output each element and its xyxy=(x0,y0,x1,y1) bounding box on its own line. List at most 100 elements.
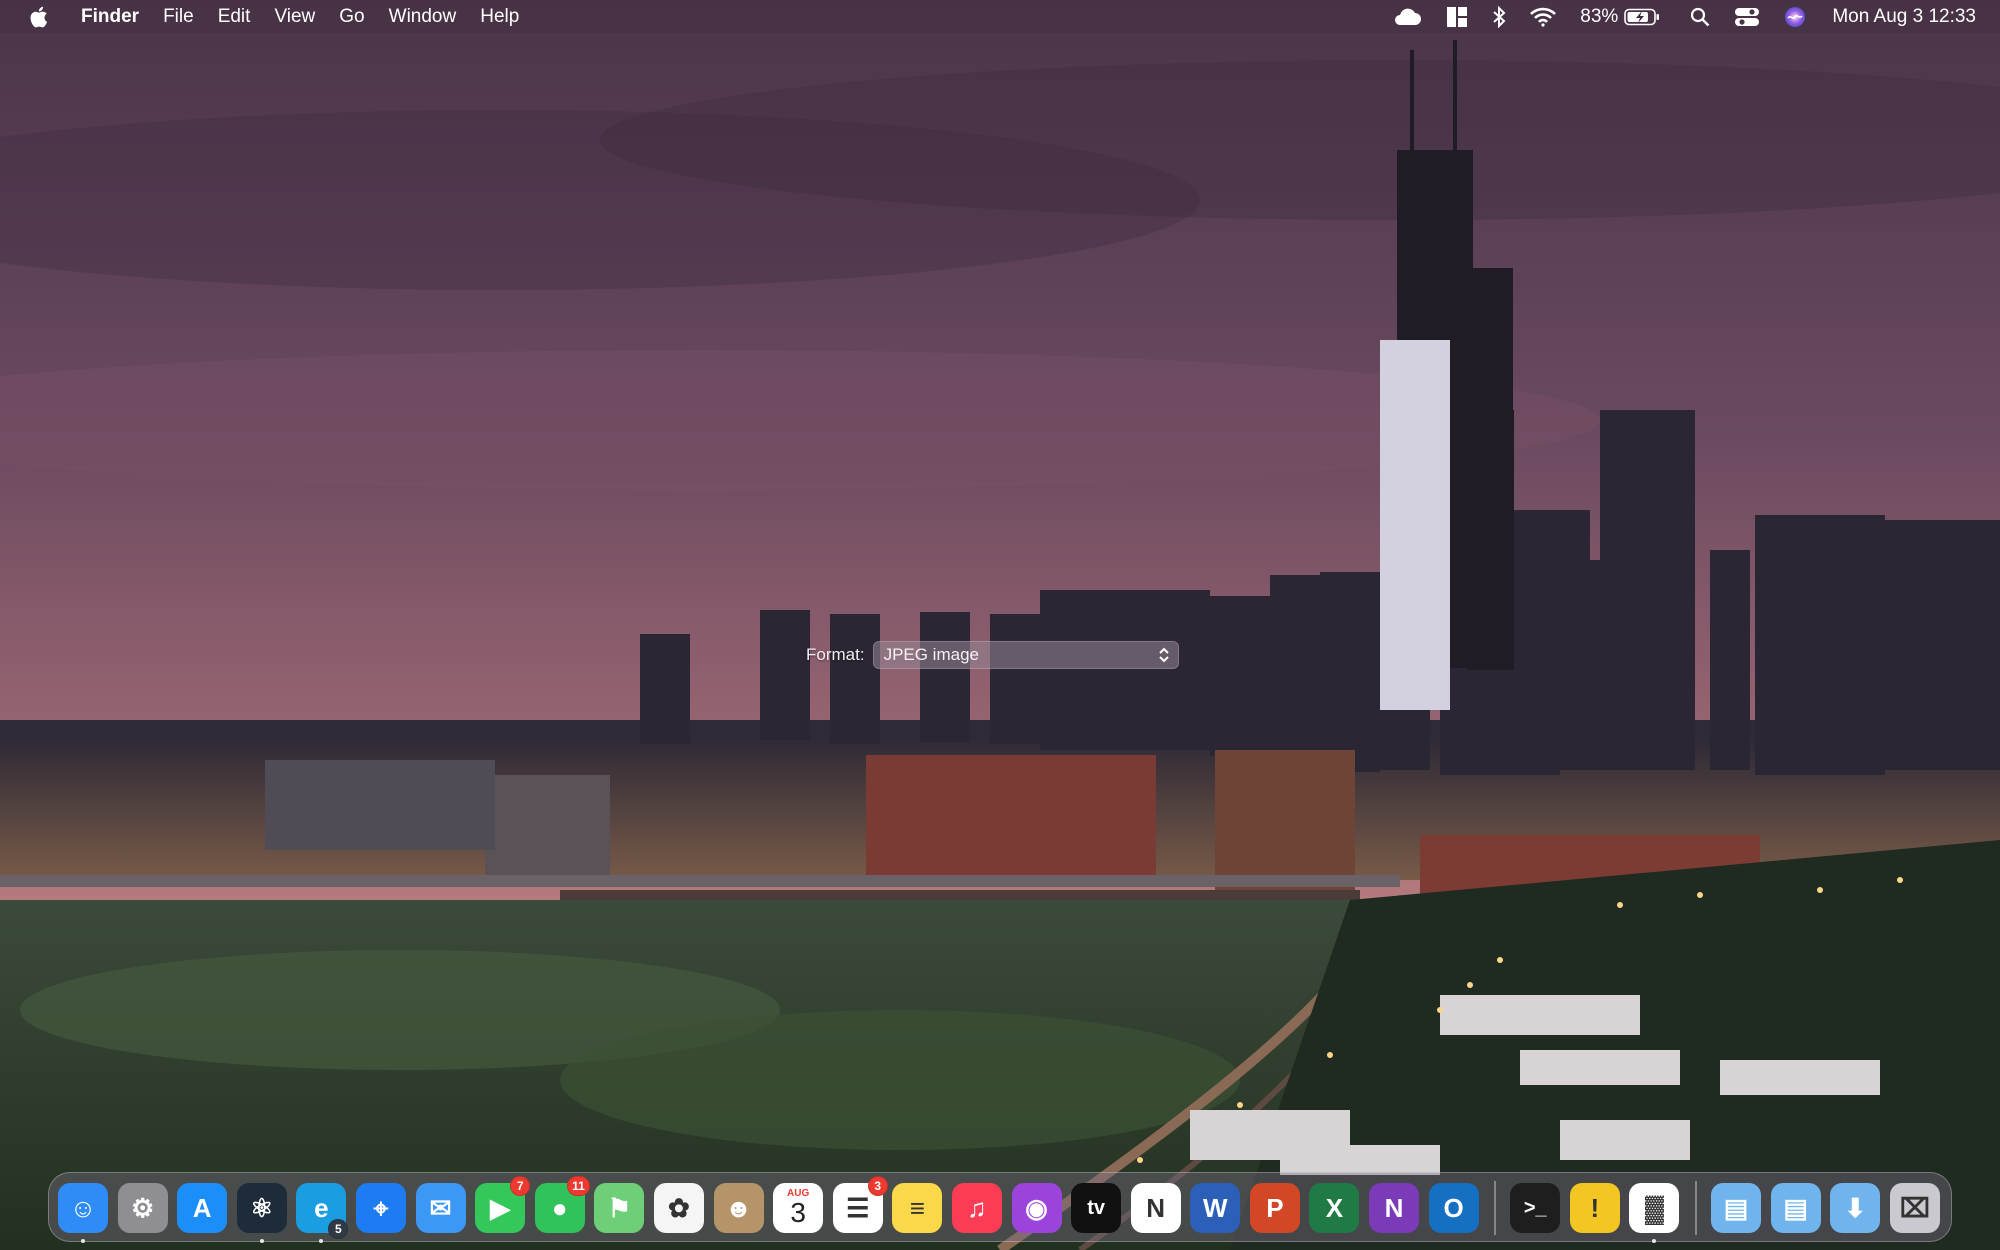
menu-app-finder[interactable]: Finder xyxy=(77,0,151,33)
icloud-status[interactable] xyxy=(1380,0,1434,33)
spotlight-button[interactable] xyxy=(1678,0,1722,33)
dock-item-trash[interactable]: ⌧ xyxy=(1889,1183,1940,1233)
desktop-wallpaper xyxy=(0,0,2000,1250)
dock-item-reminders-list[interactable]: ☰ 3 xyxy=(832,1176,888,1233)
video-camera-icon: ▶ xyxy=(490,1193,511,1223)
battery-charging-icon xyxy=(1624,8,1660,25)
running-indicator xyxy=(81,1239,85,1243)
edge-icon: e xyxy=(314,1193,329,1223)
word-icon: W xyxy=(1203,1193,1228,1223)
notification-badge: 5 xyxy=(328,1219,349,1239)
dock-item-notes[interactable]: ≡ xyxy=(892,1183,943,1233)
dock-item-finder[interactable]: ☺ xyxy=(58,1183,108,1243)
siri-button[interactable] xyxy=(1772,0,1818,33)
bluetooth-icon xyxy=(1493,5,1506,28)
outlook-icon: O xyxy=(1443,1193,1464,1223)
terminal-icon: >_ xyxy=(1523,1197,1547,1219)
format-control: Format: JPEG image xyxy=(806,640,1179,670)
battery-percent: 83% xyxy=(1580,5,1619,27)
apple-tv-icon: tv xyxy=(1087,1197,1105,1219)
dock-item-video-camera[interactable]: ▶ 7 xyxy=(475,1176,531,1233)
dock-item-bar-chart[interactable]: ▓ xyxy=(1629,1183,1680,1243)
powerpoint-icon: P xyxy=(1266,1193,1284,1223)
dock-item-documents-folder[interactable]: ▤ xyxy=(1770,1183,1821,1233)
wifi-status[interactable] xyxy=(1518,0,1568,33)
dock-item-calendar[interactable]: AUG 3 xyxy=(773,1183,824,1233)
dock-item-music-note[interactable]: ♫ xyxy=(951,1183,1002,1233)
menu-bar: Finder File Edit View Go Window Help 83%… xyxy=(0,0,2000,33)
dock: ☺ ⚙ A ⚛ e 5 ⌖ ✉ ▶ 7 ● 11 ⚑ ✿ ☻ AUG 3 ☰ 3 ≡ ♫ ◉ tv N W P X N O >_! ▓ ▤ ▤ ⬇… xyxy=(48,1172,1952,1243)
trash-icon: ⌧ xyxy=(1899,1193,1930,1223)
apple-logo-icon xyxy=(30,6,48,27)
documents-folder-icon: ▤ xyxy=(1783,1193,1808,1223)
dock-item-podcast[interactable]: ◉ xyxy=(1011,1183,1062,1233)
up-down-chevron-icon xyxy=(1158,646,1170,664)
control-center-button[interactable] xyxy=(1722,0,1772,33)
search-icon xyxy=(1691,7,1710,26)
battery-status[interactable]: 83% xyxy=(1568,0,1678,33)
dock-item-app-store[interactable]: A xyxy=(177,1183,228,1233)
dock-item-powerpoint[interactable]: P xyxy=(1249,1183,1300,1233)
dock-item-map[interactable]: ⚑ xyxy=(594,1183,645,1233)
format-select[interactable]: JPEG image xyxy=(872,641,1179,669)
menu-window[interactable]: Window xyxy=(377,0,469,33)
apple-menu-button[interactable] xyxy=(25,5,55,29)
notification-badge: 3 xyxy=(867,1176,888,1196)
podcast-icon: ◉ xyxy=(1025,1193,1048,1223)
onenote-icon: N xyxy=(1384,1193,1404,1223)
dock-item-photos-flower[interactable]: ✿ xyxy=(653,1183,704,1233)
dock-item-terminal[interactable]: >_ xyxy=(1510,1183,1561,1233)
dock-item-gear[interactable]: ⚙ xyxy=(117,1183,168,1233)
dock-item-edge[interactable]: e5 xyxy=(296,1183,349,1243)
control-center-icon xyxy=(1735,7,1760,26)
dock-item-atom[interactable]: ⚛ xyxy=(236,1183,287,1243)
news-icon: N xyxy=(1146,1193,1166,1223)
window-layout-status[interactable] xyxy=(1434,0,1480,33)
dock-separator xyxy=(1494,1181,1497,1235)
format-label: Format: xyxy=(806,645,865,664)
photos-flower-icon: ✿ xyxy=(668,1193,690,1223)
window-tiles-icon xyxy=(1447,6,1468,27)
bar-chart-icon: ▓ xyxy=(1644,1193,1664,1223)
music-note-icon: ♫ xyxy=(967,1193,987,1223)
dock-item-news[interactable]: N xyxy=(1130,1183,1181,1233)
running-indicator xyxy=(259,1239,264,1243)
cloud-icon xyxy=(1395,8,1422,25)
clock-datetime[interactable]: Mon Aug 3 12:33 xyxy=(1818,0,2000,33)
dock-item-contacts[interactable]: ☻ xyxy=(713,1183,764,1233)
menu-go[interactable]: Go xyxy=(327,0,376,33)
mail-icon: ✉ xyxy=(429,1193,452,1223)
contacts-icon: ☻ xyxy=(724,1193,753,1223)
dock-separator xyxy=(1695,1181,1698,1235)
menu-edit[interactable]: Edit xyxy=(206,0,263,33)
dock-item-compass[interactable]: ⌖ xyxy=(355,1183,406,1233)
dock-item-excel[interactable]: X xyxy=(1309,1183,1360,1233)
compass-icon: ⌖ xyxy=(373,1193,389,1223)
format-selected-value: JPEG image xyxy=(883,645,979,664)
bluetooth-status[interactable] xyxy=(1480,0,1518,33)
dock-item-outlook[interactable]: O xyxy=(1428,1183,1479,1233)
dock-item-chat-bubble[interactable]: ● 11 xyxy=(534,1176,590,1233)
menu-help[interactable]: Help xyxy=(468,0,531,33)
finder-icon: ☺ xyxy=(69,1193,97,1223)
menu-view[interactable]: View xyxy=(262,0,327,33)
app-store-icon: A xyxy=(192,1193,212,1223)
wifi-icon xyxy=(1530,7,1557,27)
dock-item-word[interactable]: W xyxy=(1190,1183,1241,1233)
excel-icon: X xyxy=(1325,1193,1344,1223)
menu-file[interactable]: File xyxy=(151,0,206,33)
downloads-folder-icon: ⬇ xyxy=(1844,1193,1867,1223)
siri-icon xyxy=(1785,6,1806,27)
dock-item-apple-tv[interactable]: tv xyxy=(1071,1183,1122,1233)
dock-item-applications-folder[interactable]: ▤ xyxy=(1711,1183,1762,1233)
dock-item-onenote[interactable]: N xyxy=(1369,1183,1420,1233)
gear-icon: ⚙ xyxy=(130,1193,155,1223)
notes-icon: ≡ xyxy=(909,1193,925,1223)
dock-item-warning-triangle[interactable]: ! xyxy=(1569,1183,1620,1233)
dock-item-mail[interactable]: ✉ xyxy=(415,1183,466,1233)
warning-triangle-icon: ! xyxy=(1590,1193,1600,1223)
notification-badge: 7 xyxy=(510,1176,531,1196)
city-skyline-wallpaper xyxy=(0,0,2000,1250)
dock-item-downloads-folder[interactable]: ⬇ xyxy=(1830,1183,1881,1233)
dock-items: ☺ ⚙ A ⚛ e 5 ⌖ ✉ ▶ 7 ● 11 ⚑ ✿ ☻ AUG 3 ☰ 3 ≡ ♫ ◉ tv N W P X N O >_! ▓ ▤ ▤ ⬇… xyxy=(58,1176,1949,1243)
